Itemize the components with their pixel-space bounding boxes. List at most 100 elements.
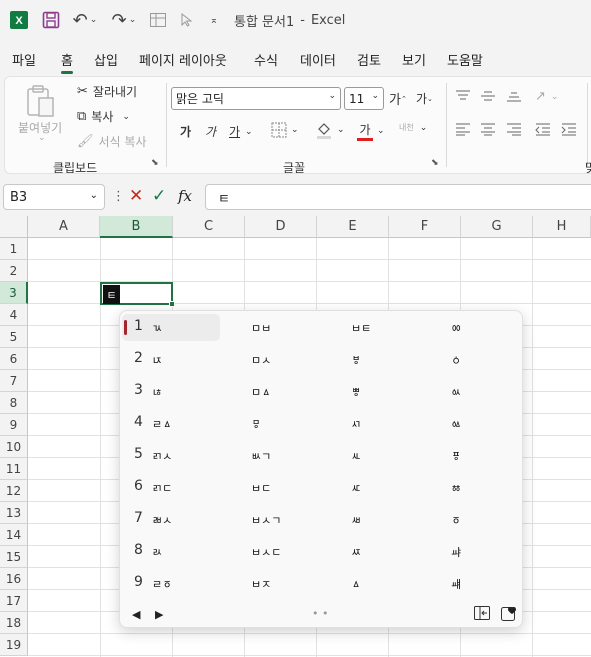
increase-font-size-button[interactable]: 가 ⌃	[389, 89, 407, 108]
emoji-favorites-icon[interactable]	[501, 605, 517, 624]
column-header-f[interactable]: F	[389, 216, 461, 238]
row-header[interactable]: 16	[0, 568, 28, 590]
dialog-launcher-icon[interactable]: ⬊	[431, 158, 439, 168]
candidate-item[interactable]: ㆇ	[451, 544, 461, 560]
align-left-icon[interactable]	[455, 122, 471, 136]
candidate-item[interactable]: ㅻ	[351, 448, 361, 464]
name-box[interactable]: B3 ⌄	[3, 184, 105, 210]
insert-function-button[interactable]: fx	[178, 187, 192, 205]
column-header-g[interactable]: G	[461, 216, 533, 238]
candidate-item[interactable]: ㄶ	[152, 384, 162, 400]
candidate-item[interactable]: ㄺㄷ	[152, 480, 172, 496]
candidate-item[interactable]: ㅂㄷ	[251, 480, 271, 496]
candidate-item[interactable]: ㆁ	[451, 352, 461, 368]
align-right-icon[interactable]	[506, 122, 522, 136]
column-header-b[interactable]: B	[100, 216, 173, 238]
row-header[interactable]: 5	[0, 326, 28, 348]
column-header-h[interactable]: H	[533, 216, 591, 238]
candidate-item[interactable]: ㆄ	[451, 448, 461, 464]
candidate-item[interactable]: ㅸ	[351, 352, 361, 368]
row-header[interactable]: 11	[0, 458, 28, 480]
candidate-item[interactable]: ㄽ	[152, 544, 162, 560]
undo-button[interactable]: ↶ ⌄	[70, 8, 100, 32]
decrease-indent-icon[interactable]	[535, 122, 551, 136]
font-size-select[interactable]: 11 ⌄	[344, 87, 384, 110]
candidate-item[interactable]: ㅁㅿ	[251, 384, 271, 400]
candidate-item[interactable]: ㄼㅅ	[152, 512, 172, 528]
fill-handle[interactable]	[169, 301, 175, 307]
tab-view[interactable]: 보기	[402, 50, 426, 69]
tab-formulas[interactable]: 수식	[254, 50, 278, 69]
enter-icon[interactable]: ✓	[152, 186, 166, 206]
tab-page-layout[interactable]: 페이지 레이아웃	[139, 50, 227, 69]
font-name-select[interactable]: 맑은 고딕 ⌄	[171, 87, 341, 110]
align-center-icon[interactable]	[480, 122, 496, 136]
active-cell-b3[interactable]: ㅌ	[100, 282, 175, 307]
row-header[interactable]: 14	[0, 524, 28, 546]
candidate-item[interactable]: ㆃ	[451, 416, 461, 432]
candidate-item[interactable]: ㆂ	[451, 384, 461, 400]
italic-button[interactable]: 가	[205, 123, 216, 140]
column-header-c[interactable]: C	[173, 216, 245, 238]
font-color-button[interactable]: 가 ⌄	[357, 121, 385, 141]
candidate-item[interactable]: ㅼ	[351, 480, 361, 496]
expand-panel-icon[interactable]	[474, 606, 490, 623]
chevron-down-icon[interactable]: ⌄	[38, 133, 46, 143]
orientation-button[interactable]: ↗ ⌄	[535, 89, 558, 104]
middle-align-icon[interactable]	[480, 89, 496, 103]
row-header[interactable]: 2	[0, 260, 28, 282]
top-align-icon[interactable]	[455, 89, 471, 103]
candidate-item[interactable]: ㄵ	[152, 352, 162, 368]
save-icon[interactable]	[40, 8, 62, 32]
fill-color-button[interactable]: ⌄	[315, 121, 345, 139]
candidate-item[interactable]: ㅽ	[351, 512, 361, 528]
column-header-a[interactable]: A	[28, 216, 100, 238]
formula-input[interactable]: ㅌ	[205, 184, 591, 210]
bottom-align-icon[interactable]	[506, 89, 522, 103]
candidate-item[interactable]: ㆅ	[451, 480, 461, 496]
column-header-d[interactable]: D	[245, 216, 317, 238]
next-page-button[interactable]: ▶	[155, 608, 163, 621]
decrease-font-size-button[interactable]: 가 ⌄	[416, 90, 433, 107]
redo-button[interactable]: ↷ ⌄	[108, 8, 140, 32]
candidate-item[interactable]: ㅱ	[251, 416, 261, 432]
candidate-item[interactable]: ㄳ	[152, 320, 162, 336]
candidate-item[interactable]: ㆈ	[451, 576, 461, 592]
pointer-icon[interactable]	[178, 8, 196, 32]
row-header[interactable]: 15	[0, 546, 28, 568]
candidate-item[interactable]: ㄺㅅ	[152, 448, 172, 464]
candidate-item[interactable]: ㅄㄱ	[251, 448, 271, 464]
candidate-item[interactable]: ㅂㅅㄷ	[251, 544, 281, 560]
previous-page-button[interactable]: ◀	[132, 608, 140, 621]
increase-indent-icon[interactable]	[561, 122, 577, 136]
cancel-icon[interactable]: ✕	[129, 186, 143, 206]
cut-button[interactable]: ✂ 잘라내기	[77, 83, 137, 100]
row-header[interactable]: 9	[0, 414, 28, 436]
phonetic-guide-button[interactable]: 내천 ⌄	[399, 122, 427, 133]
dialog-launcher-icon[interactable]: ⬊	[151, 158, 159, 168]
candidate-item[interactable]: ㅁㅅ	[251, 352, 271, 368]
row-header[interactable]: 8	[0, 392, 28, 414]
row-header[interactable]: 1	[0, 238, 28, 260]
tab-insert[interactable]: 삽입	[94, 50, 118, 69]
row-header[interactable]: 10	[0, 436, 28, 458]
candidate-item[interactable]: ㆀ	[451, 320, 461, 336]
tab-review[interactable]: 검토	[357, 50, 381, 69]
format-painter-button[interactable]: 🖌 서식 복사	[77, 133, 147, 150]
column-header-e[interactable]: E	[317, 216, 389, 238]
tab-data[interactable]: 데이터	[300, 50, 336, 69]
row-header[interactable]: 18	[0, 612, 28, 634]
candidate-item[interactable]: ㅂㅅㄱ	[251, 512, 281, 528]
row-header[interactable]: 19	[0, 634, 28, 656]
borders-button[interactable]: ⌄	[271, 122, 299, 138]
row-header[interactable]: 7	[0, 370, 28, 392]
candidate-item[interactable]: ㅺ	[351, 416, 361, 432]
row-header[interactable]: 6	[0, 348, 28, 370]
tab-home[interactable]: 홈	[61, 50, 73, 74]
row-header[interactable]: 3	[0, 282, 28, 304]
candidate-item[interactable]: ㅾ	[351, 544, 361, 560]
form-icon[interactable]	[148, 8, 168, 32]
tab-help[interactable]: 도움말	[447, 50, 483, 69]
copy-button[interactable]: ⧉ 복사 ⌄	[77, 108, 130, 125]
clipboard-icon[interactable]	[25, 83, 55, 119]
